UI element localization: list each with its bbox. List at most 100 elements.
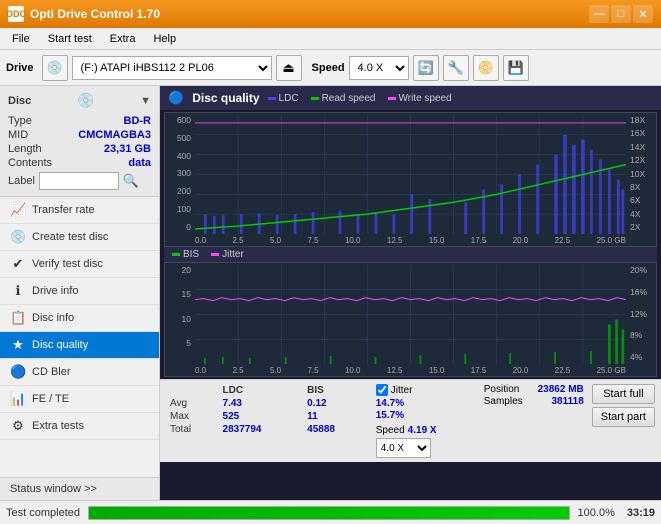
- legend-read-speed: Read speed: [311, 93, 376, 104]
- titlebar-controls: — □ ✕: [589, 5, 653, 23]
- app-icon: ODC: [8, 6, 24, 22]
- chart-header-icon: 🔵: [168, 90, 184, 106]
- bottom-chart-y-right: 20%16%12%8%4%: [628, 265, 656, 362]
- status-window-button[interactable]: Status window >>: [0, 477, 159, 500]
- extra-tests-icon: ⚙: [10, 418, 26, 434]
- start-part-button[interactable]: Start part: [592, 407, 655, 427]
- drive-icon-btn[interactable]: 💿: [42, 55, 68, 81]
- disc-type-value: BD-R: [124, 115, 152, 127]
- save-button[interactable]: 💾: [503, 55, 529, 81]
- disc-type-row: Type BD-R: [8, 115, 151, 127]
- titlebar-left: ODC Opti Drive Control 1.70: [8, 6, 160, 22]
- sidebar-item-create-test-disc[interactable]: 💿 Create test disc: [0, 224, 159, 251]
- top-chart-svg: [195, 115, 626, 234]
- disc-contents-row: Contents data: [8, 157, 151, 169]
- speed-select[interactable]: 4.0 X 8.0 X Max: [349, 56, 409, 80]
- sidebar-item-disc-info[interactable]: 📋 Disc info: [0, 305, 159, 332]
- position-section: Position 23862 MB Samples 381118: [484, 384, 584, 407]
- legend-bis-dot: [172, 253, 180, 256]
- sidebar-item-verify-test-disc[interactable]: ✔ Verify test disc: [0, 251, 159, 278]
- transfer-rate-icon: 📈: [10, 202, 26, 218]
- menu-extra[interactable]: Extra: [102, 31, 144, 47]
- progress-bar-fill: [89, 507, 569, 519]
- chart-legend-top: LDC Read speed Write speed: [268, 93, 452, 104]
- bottom-chart-y-left: 2015105: [165, 265, 193, 362]
- bottom-chart-header: BIS Jitter: [164, 247, 657, 262]
- avg-speed-val: 4.19 X: [408, 425, 437, 436]
- maximize-button[interactable]: □: [611, 5, 631, 23]
- top-chart-y-left: 6005004003002001000: [165, 115, 193, 232]
- disc-label-input[interactable]: [39, 172, 119, 190]
- max-ldc: 525: [219, 410, 304, 423]
- total-ldc: 2837794: [219, 423, 304, 436]
- sidebar-item-disc-quality[interactable]: ★ Disc quality: [0, 332, 159, 359]
- avg-label: Avg: [166, 397, 219, 410]
- verify-test-disc-icon: ✔: [10, 256, 26, 272]
- settings-button[interactable]: 🔧: [443, 55, 469, 81]
- legend-read-label: Read speed: [322, 93, 376, 104]
- status-text: Test completed: [6, 507, 80, 519]
- create-test-disc-label: Create test disc: [32, 231, 108, 243]
- sidebar-item-cd-bler[interactable]: 🔵 CD Bler: [0, 359, 159, 386]
- max-jitter-val: 15.7%: [376, 410, 404, 421]
- disc-mid-row: MID CMCMAGBA3: [8, 129, 151, 141]
- close-button[interactable]: ✕: [633, 5, 653, 23]
- eject-button[interactable]: ⏏: [276, 55, 302, 81]
- speed-label: Speed: [312, 62, 345, 74]
- jitter-label: Jitter: [391, 385, 413, 396]
- start-full-button[interactable]: Start full: [592, 384, 655, 404]
- position-label: Position: [484, 384, 520, 395]
- sidebar-item-extra-tests[interactable]: ⚙ Extra tests: [0, 413, 159, 440]
- label-icon[interactable]: 🔍: [123, 173, 139, 189]
- col-ldc: LDC: [219, 384, 304, 397]
- disc-mid-value: CMCMAGBA3: [78, 129, 151, 141]
- top-chart: 6005004003002001000 18X16X14X12X10X8X6X4…: [164, 112, 657, 247]
- legend-write-dot: [388, 97, 396, 100]
- disc-length-value: 23,31 GB: [104, 143, 151, 155]
- bottom-chart-svg: [195, 265, 626, 364]
- sidebar-item-fe-te[interactable]: 📊 FE / TE: [0, 386, 159, 413]
- drive-select[interactable]: (F:) ATAPI iHBS112 2 PL06: [72, 56, 272, 80]
- jitter-row: Jitter: [376, 384, 476, 396]
- sidebar-item-transfer-rate[interactable]: 📈 Transfer rate: [0, 197, 159, 224]
- stats-max-row: Max 525 11: [166, 410, 368, 423]
- chart-legend-bottom: BIS Jitter: [172, 249, 244, 260]
- disc-panel: Disc 💿 ▼ Type BD-R MID CMCMAGBA3 Length …: [0, 86, 159, 197]
- disc-info-icon: 📋: [10, 310, 26, 326]
- menu-start-test[interactable]: Start test: [40, 31, 100, 47]
- stats-avg-row: Avg 7.43 0.12: [166, 397, 368, 410]
- jitter-checkbox[interactable]: [376, 384, 388, 396]
- samples-label: Samples: [484, 396, 523, 407]
- sidebar: Disc 💿 ▼ Type BD-R MID CMCMAGBA3 Length …: [0, 86, 160, 500]
- right-panel: 🔵 Disc quality LDC Read speed Write spee…: [160, 86, 661, 500]
- top-chart-y-right: 18X16X14X12X10X8X6X4X2X: [628, 115, 656, 232]
- disc-icon2: ▼: [140, 95, 151, 107]
- avg-jitter-row: 14.7%: [376, 398, 476, 409]
- disc-icon: 💿: [77, 92, 94, 109]
- disc-type-label: Type: [8, 115, 32, 127]
- titlebar: ODC Opti Drive Control 1.70 — □ ✕: [0, 0, 661, 28]
- create-test-disc-icon: 💿: [10, 229, 26, 245]
- legend-read-dot: [311, 97, 319, 100]
- toolbar: Drive 💿 (F:) ATAPI iHBS112 2 PL06 ⏏ Spee…: [0, 50, 661, 86]
- sidebar-item-drive-info[interactable]: ℹ Drive info: [0, 278, 159, 305]
- menu-help[interactable]: Help: [145, 31, 184, 47]
- total-label: Total: [166, 423, 219, 436]
- cd-bler-icon: 🔵: [10, 364, 26, 380]
- legend-ldc: LDC: [268, 93, 299, 104]
- max-bis: 11: [303, 410, 368, 423]
- disc-label-label: Label: [8, 175, 35, 187]
- minimize-button[interactable]: —: [589, 5, 609, 23]
- stats-table: LDC BIS Avg 7.43 0.12 Max 525: [166, 384, 368, 436]
- max-jitter-row: 15.7%: [376, 410, 476, 421]
- speed-select-stats[interactable]: 4.0 X 8.0 X: [376, 438, 431, 458]
- refresh-button[interactable]: 🔄: [413, 55, 439, 81]
- start-buttons: Start full Start part: [592, 384, 655, 427]
- menu-file[interactable]: File: [4, 31, 38, 47]
- legend-ldc-label: LDC: [279, 93, 299, 104]
- disc-button[interactable]: 📀: [473, 55, 499, 81]
- drive-label: Drive: [6, 62, 34, 74]
- total-bis: 45888: [303, 423, 368, 436]
- speed-row: Speed 4.19 X: [376, 425, 476, 436]
- disc-contents-value: data: [128, 157, 151, 169]
